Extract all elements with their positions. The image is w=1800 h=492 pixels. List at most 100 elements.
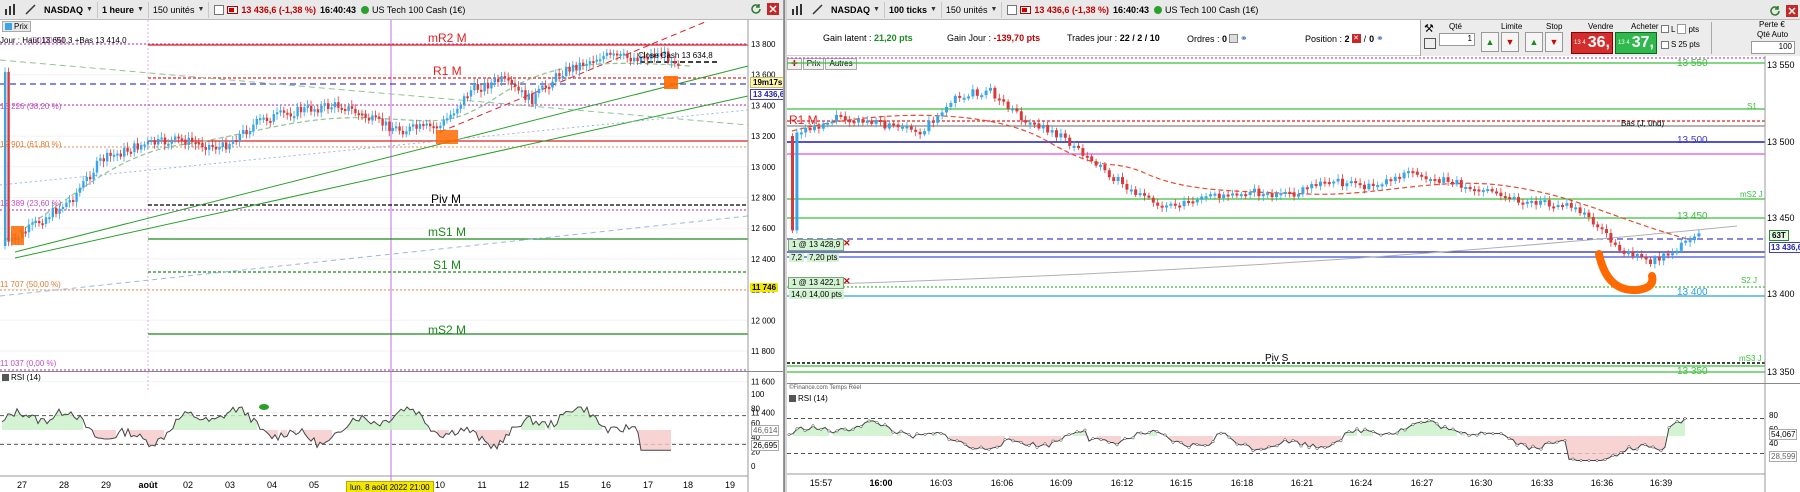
candle-body bbox=[55, 208, 58, 214]
candle-body bbox=[804, 127, 808, 133]
candle-body bbox=[133, 143, 136, 153]
period-select[interactable]: 1 heure ▼ bbox=[98, 1, 149, 18]
candle-body bbox=[874, 120, 878, 124]
candle-body bbox=[677, 63, 680, 66]
close-position-1-icon[interactable]: ✕ bbox=[843, 238, 851, 249]
price-change: 13 436,6 (-1,38 %) bbox=[1034, 4, 1109, 15]
close-position-2-icon[interactable]: ✕ bbox=[843, 276, 851, 287]
chart-type-icon[interactable] bbox=[2, 2, 18, 18]
link-icon[interactable]: ⚭ bbox=[1240, 33, 1248, 44]
rsi-point bbox=[1315, 447, 1319, 451]
rsi-label: RSI (14) bbox=[798, 394, 828, 403]
time-tick-label: 16:06 bbox=[991, 478, 1014, 488]
refresh-icon[interactable] bbox=[1768, 4, 1781, 18]
rsi-point bbox=[1299, 444, 1303, 448]
rsi-point bbox=[907, 433, 911, 437]
candle-body bbox=[160, 137, 163, 140]
gain-latent-label: Gain latent : bbox=[823, 33, 872, 43]
close-icon[interactable] bbox=[1785, 4, 1798, 18]
l-spin[interactable] bbox=[1677, 24, 1687, 34]
hammer-icon[interactable]: ⚒ bbox=[1424, 22, 1438, 36]
l-checkbox[interactable] bbox=[1661, 25, 1669, 33]
refresh-icon[interactable] bbox=[749, 2, 762, 16]
candle-body bbox=[1213, 193, 1217, 196]
level-basj-label: Bas (J, 0nd) bbox=[1621, 119, 1665, 128]
limite-up-icon[interactable]: ▲ bbox=[1481, 32, 1499, 52]
s-checkbox[interactable] bbox=[1661, 40, 1669, 49]
level-r1m-label: R1 M bbox=[789, 113, 818, 127]
candle-body bbox=[1173, 203, 1177, 206]
candle-body bbox=[255, 118, 258, 125]
candle-body bbox=[129, 151, 133, 154]
level-13550-label: 13 550 bbox=[1677, 58, 1708, 69]
rsi-point bbox=[859, 425, 863, 429]
rsi-fill bbox=[881, 424, 885, 436]
cancel-orders-icon[interactable] bbox=[1229, 34, 1239, 43]
units-select[interactable]: 150 unités ▼ bbox=[942, 1, 1003, 18]
stop-up-icon[interactable]: ▲ bbox=[1525, 32, 1543, 52]
candle-body bbox=[1160, 205, 1164, 208]
limite-down-icon[interactable]: ▼ bbox=[1501, 32, 1519, 52]
instrument-select[interactable]: NASDAQ ▼ bbox=[40, 1, 98, 18]
candle-body bbox=[616, 53, 619, 56]
chevron-down-icon: ▼ bbox=[136, 6, 144, 13]
rsi-point bbox=[1179, 441, 1183, 445]
right-rsi-legend[interactable]: RSI (14) bbox=[789, 394, 828, 403]
candle-body bbox=[262, 117, 265, 120]
level-s1-label: S1 bbox=[1747, 102, 1757, 111]
time-tick-label: 16:03 bbox=[930, 478, 953, 488]
close-icon[interactable] bbox=[766, 2, 779, 16]
s-option: S 25 pts bbox=[1661, 40, 1700, 49]
candle-body bbox=[265, 117, 269, 121]
candle-body bbox=[1429, 179, 1432, 182]
period-select[interactable]: 100 ticks ▼ bbox=[885, 1, 942, 18]
rsi-fill bbox=[194, 416, 197, 430]
candle-body bbox=[85, 176, 88, 182]
candle-body bbox=[1354, 181, 1358, 184]
candle-body bbox=[537, 88, 541, 94]
link-icon[interactable]: ⚭ bbox=[1376, 33, 1384, 44]
option-checkbox[interactable] bbox=[214, 4, 225, 15]
perte-input[interactable]: 100 bbox=[1751, 41, 1795, 54]
close-position-icon[interactable]: ✕ bbox=[1351, 34, 1361, 43]
position-2-val2: 14,00 pts bbox=[807, 290, 844, 299]
draw-tool-icon[interactable] bbox=[809, 2, 825, 18]
rsi-fill bbox=[659, 430, 662, 451]
chevron-down-icon: ▼ bbox=[929, 6, 937, 13]
marker-box bbox=[664, 76, 678, 89]
draw-tool-icon[interactable] bbox=[22, 2, 38, 18]
units-select[interactable]: 150 unités ▼ bbox=[149, 1, 210, 18]
legend-prix[interactable]: Prix bbox=[2, 21, 31, 32]
qte-input[interactable]: 1 bbox=[1439, 33, 1475, 46]
sell-button[interactable]: 13 4 36, bbox=[1571, 32, 1613, 54]
option-checkbox[interactable] bbox=[1007, 4, 1018, 15]
chart-type-icon[interactable] bbox=[789, 2, 805, 18]
time-tick-label: 27 bbox=[17, 480, 27, 490]
candle-body bbox=[350, 106, 354, 109]
candle-body bbox=[527, 93, 530, 100]
pivot-s1-label: S1 M bbox=[433, 258, 462, 272]
stop-down-icon[interactable]: ▼ bbox=[1545, 32, 1563, 52]
candle-body bbox=[1420, 174, 1424, 177]
candle-body bbox=[517, 86, 520, 91]
left-rsi-legend[interactable]: RSI (14) bbox=[2, 373, 41, 382]
instrument-label: NASDAQ bbox=[44, 4, 84, 15]
calculator-icon[interactable] bbox=[1424, 38, 1436, 49]
position-tag-1[interactable]: 1 @ 13 428,9 bbox=[788, 239, 845, 251]
rsi-point bbox=[1307, 446, 1311, 450]
instrument-select[interactable]: NASDAQ ▼ bbox=[827, 1, 885, 18]
time-tick-label: 12 bbox=[519, 480, 529, 490]
candle-body bbox=[466, 96, 469, 99]
trades-label: Trades jour : bbox=[1067, 33, 1118, 43]
position-tag-2[interactable]: 1 @ 13 422,1 bbox=[788, 277, 845, 289]
units-label: 150 unités bbox=[945, 4, 988, 15]
s-pts-value[interactable]: 25 bbox=[1678, 40, 1687, 49]
candle-body bbox=[1499, 192, 1503, 197]
rsi-point bbox=[787, 433, 791, 437]
left-price-chart[interactable]: 13 80013 60013 40013 20013 00012 80012 6… bbox=[0, 20, 784, 492]
rsi-fill bbox=[569, 411, 572, 430]
buy-button[interactable]: 13 4 37, bbox=[1615, 32, 1657, 54]
candle-body bbox=[1182, 200, 1186, 207]
candle-body bbox=[221, 142, 224, 148]
rsi-point bbox=[995, 445, 999, 449]
